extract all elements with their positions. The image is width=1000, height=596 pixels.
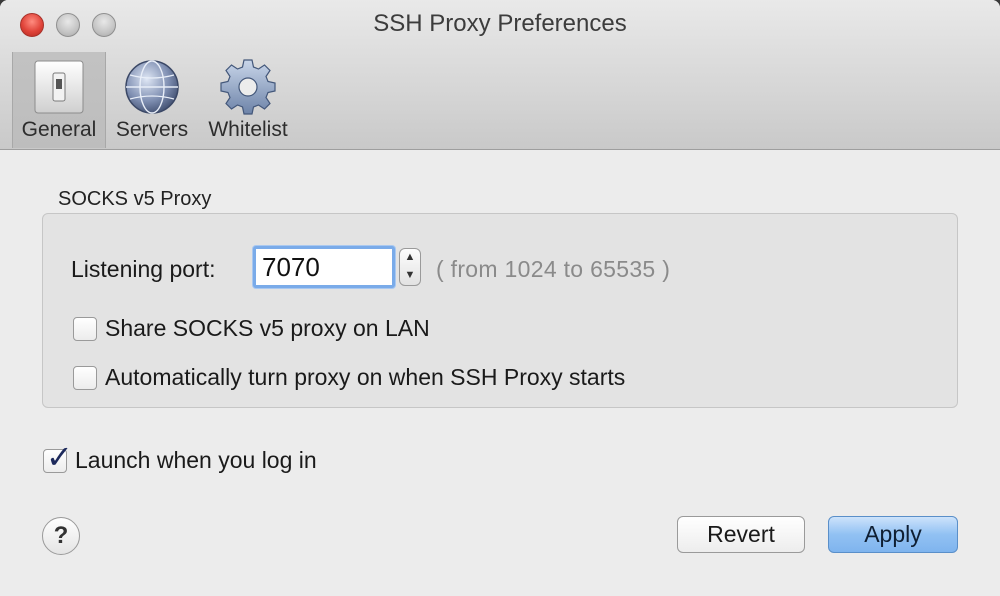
- auto-start-label[interactable]: Automatically turn proxy on when SSH Pro…: [105, 364, 625, 391]
- listening-port-input[interactable]: [253, 246, 395, 288]
- toolbar-tab-label: Whitelist: [208, 118, 288, 141]
- socks-section-label: SOCKS v5 Proxy: [58, 188, 212, 210]
- checkmark-icon: ✓: [46, 439, 73, 475]
- stepper-down-arrow-icon[interactable]: ▼: [400, 267, 420, 285]
- title-bar: SSH Proxy Preferences General Servers Wh…: [0, 0, 1000, 150]
- toolbar-tab-whitelist[interactable]: Whitelist: [200, 52, 296, 148]
- preferences-window: SSH Proxy Preferences General Servers Wh…: [0, 0, 1000, 596]
- globe-icon: [125, 60, 179, 114]
- port-stepper[interactable]: ▲ ▼: [399, 248, 421, 286]
- port-range-hint: ( from 1024 to 65535 ): [436, 256, 671, 282]
- revert-button[interactable]: Revert: [677, 516, 805, 553]
- gear-icon: [220, 59, 276, 115]
- toggle-switch-icon: [34, 60, 84, 114]
- share-lan-label[interactable]: Share SOCKS v5 proxy on LAN: [105, 315, 430, 342]
- help-button[interactable]: ?: [42, 517, 80, 555]
- auto-start-checkbox[interactable]: [73, 366, 97, 390]
- launch-at-login-checkbox[interactable]: ✓: [43, 439, 73, 475]
- toolbar-tab-servers[interactable]: Servers: [110, 52, 194, 148]
- share-lan-checkbox[interactable]: [73, 317, 97, 341]
- launch-at-login-label[interactable]: Launch when you log in: [75, 447, 317, 474]
- stepper-up-arrow-icon[interactable]: ▲: [400, 249, 420, 267]
- apply-button[interactable]: Apply: [828, 516, 958, 553]
- toolbar-tab-general[interactable]: General: [12, 52, 106, 148]
- listening-port-label: Listening port:: [71, 256, 216, 282]
- toolbar-tab-label: Servers: [115, 118, 189, 141]
- window-title: SSH Proxy Preferences: [373, 10, 627, 37]
- toolbar-tab-label: General: [21, 118, 97, 141]
